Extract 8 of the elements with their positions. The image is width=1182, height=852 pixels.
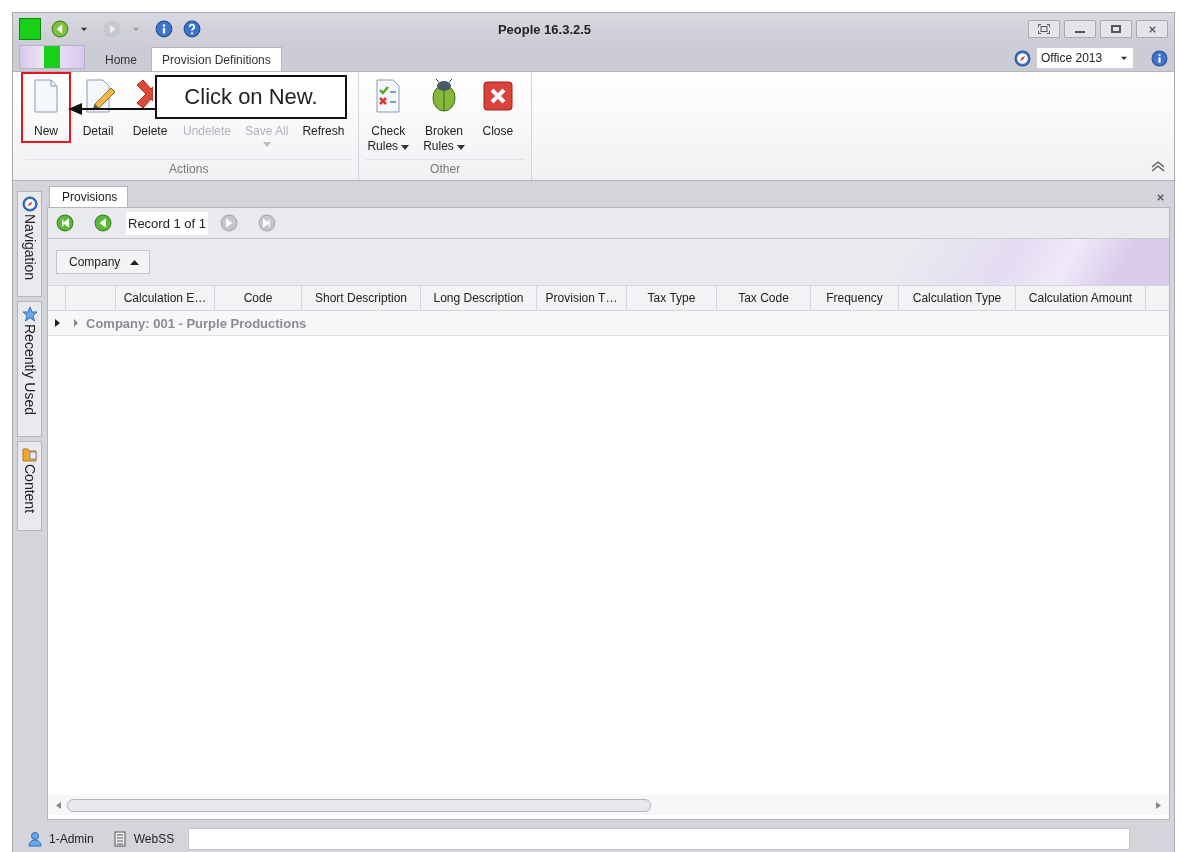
group-row-label: Company: 001 - Purple Productions: [86, 315, 307, 331]
group-label: Actions: [25, 159, 353, 180]
window-title: People 16.3.2.5: [496, 21, 593, 37]
record-counter: Record 1 of 1: [126, 211, 209, 235]
group-label: Other: [365, 159, 525, 180]
server-name: WebSS: [133, 832, 175, 846]
user-name: 1-Admin: [49, 832, 94, 846]
instruction-tooltip: Click on New.: [155, 75, 347, 119]
